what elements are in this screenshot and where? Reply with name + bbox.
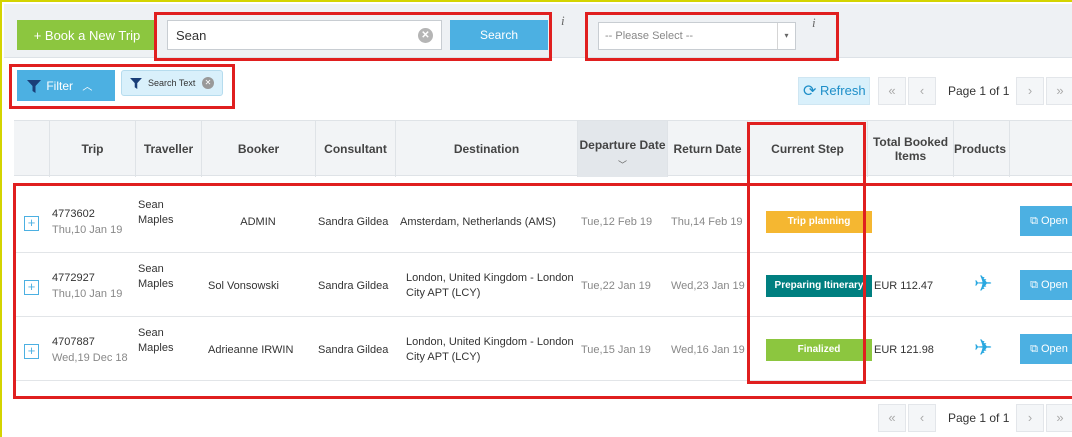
trip-created-date: Thu,10 Jan 19: [52, 224, 123, 236]
table-row: + 4707887 Wed,19 Dec 18 Sean Maples Adri…: [14, 318, 1072, 381]
filter-label: Filter: [46, 78, 74, 93]
col-consultant[interactable]: Consultant: [316, 121, 396, 177]
plane-icon: ✈: [974, 271, 993, 296]
table-row: + 4773602 Thu,10 Jan 19 Sean Maples ADMI…: [14, 190, 1072, 253]
pagination-top: « ‹ Page 1 of 1 › »: [878, 77, 1072, 105]
open-label: Open: [1041, 278, 1068, 291]
refresh-label: Refresh: [820, 83, 866, 98]
col-current-step[interactable]: Current Step: [748, 121, 868, 177]
pagination-bottom: « ‹ Page 1 of 1 › »: [878, 404, 1072, 432]
chevron-up-icon: ︿: [82, 81, 93, 93]
total-booked: EUR 121.98: [874, 344, 934, 356]
booker-name: ADMIN: [240, 216, 276, 228]
book-new-trip-button[interactable]: + Book a New Trip: [17, 20, 157, 50]
col-departure-date[interactable]: Departure Date ﹀: [578, 121, 668, 177]
previous-page-icon[interactable]: ‹: [908, 77, 936, 105]
col-return-date[interactable]: Return Date: [668, 121, 748, 177]
col-departure-label: Departure Date: [579, 138, 666, 152]
top-toolbar: + Book a New Trip ✕ Search i -- Please S…: [4, 4, 1072, 58]
departure-date: Tue,22 Jan 19: [581, 280, 651, 292]
table-row: + 4772927 Thu,10 Jan 19 Sean Maples Sol …: [14, 254, 1072, 317]
return-date: Thu,14 Feb 19: [671, 216, 743, 228]
filter-funnel-icon: [130, 78, 142, 89]
plane-icon: ✈: [974, 335, 993, 360]
consultant-name: Sandra Gildea: [318, 216, 389, 228]
page-indicator: Page 1 of 1: [948, 84, 1010, 98]
expand-plus-icon[interactable]: +: [24, 216, 39, 231]
traveller-name: Sean Maples: [138, 327, 174, 354]
info-icon[interactable]: i: [561, 13, 565, 29]
last-page-icon[interactable]: »: [1046, 404, 1072, 432]
open-external-icon: ⧉: [1030, 214, 1038, 227]
open-trip-button[interactable]: ⧉ Open: [1020, 334, 1072, 364]
col-destination[interactable]: Destination: [396, 121, 578, 177]
clear-icon[interactable]: ✕: [418, 28, 433, 43]
filter-toggle-button[interactable]: Filter ︿: [17, 70, 115, 101]
next-page-icon[interactable]: ›: [1016, 404, 1044, 432]
sort-descending-icon: ﹀: [617, 160, 627, 170]
page-indicator: Page 1 of 1: [948, 411, 1010, 425]
consultant-name: Sandra Gildea: [318, 344, 389, 356]
return-date: Wed,16 Jan 19: [671, 344, 745, 356]
total-booked: EUR 112.47: [874, 280, 934, 292]
info-icon[interactable]: i: [812, 15, 816, 31]
search-input[interactable]: [168, 21, 408, 49]
last-page-icon[interactable]: »: [1046, 77, 1072, 105]
chip-label: Search Text: [148, 78, 196, 88]
trip-number[interactable]: 4773602: [52, 207, 95, 222]
refresh-button[interactable]: ⟳ Refresh: [798, 77, 870, 105]
search-box: ✕: [167, 20, 442, 50]
filter-funnel-icon: [27, 80, 41, 94]
open-external-icon: ⧉: [1030, 278, 1038, 291]
expand-plus-icon[interactable]: +: [24, 280, 39, 295]
current-step-badge: Trip planning: [766, 211, 872, 233]
col-trip[interactable]: Trip: [50, 121, 136, 177]
return-date: Wed,23 Jan 19: [671, 280, 745, 292]
trip-created-date: Thu,10 Jan 19: [52, 288, 123, 300]
open-trip-button[interactable]: ⧉ Open: [1020, 270, 1072, 300]
search-button[interactable]: Search: [450, 20, 548, 50]
current-step-badge: Preparing Itinerary: [766, 275, 872, 297]
trip-number[interactable]: 4772927: [52, 271, 95, 286]
app-frame: + Book a New Trip ✕ Search i -- Please S…: [0, 0, 1072, 437]
current-step-badge: Finalized: [766, 339, 872, 361]
booker-name: Adrieanne IRWIN: [208, 344, 294, 356]
consultant-name: Sandra Gildea: [318, 280, 389, 292]
booker-name: Sol Vonsowski: [208, 280, 279, 292]
status-select[interactable]: -- Please Select -- ▾: [598, 22, 796, 50]
select-value: -- Please Select --: [605, 30, 694, 42]
destination: London, United Kingdom - London City APT…: [406, 272, 574, 299]
chevron-down-icon: ▾: [777, 23, 795, 49]
remove-chip-icon[interactable]: ✕: [202, 77, 214, 89]
filter-chip-search-text[interactable]: Search Text ✕: [121, 70, 223, 96]
departure-date: Tue,12 Feb 19: [581, 216, 653, 228]
trip-number[interactable]: 4707887: [52, 335, 95, 350]
first-page-icon[interactable]: «: [878, 77, 906, 105]
traveller-name: Sean Maples: [138, 263, 174, 290]
expand-plus-icon[interactable]: +: [24, 344, 39, 359]
previous-page-icon[interactable]: ‹: [908, 404, 936, 432]
departure-date: Tue,15 Jan 19: [581, 344, 651, 356]
col-total-booked[interactable]: Total Booked Items: [868, 121, 954, 177]
col-expand: [14, 121, 50, 177]
traveller-name: Sean Maples: [138, 199, 174, 226]
col-products: Products: [954, 121, 1010, 177]
destination: London, United Kingdom - London City APT…: [406, 336, 574, 363]
first-page-icon[interactable]: «: [878, 404, 906, 432]
open-external-icon: ⧉: [1030, 342, 1038, 355]
refresh-icon: ⟳: [803, 83, 817, 100]
table-header: Trip Traveller Booker Consultant Destina…: [14, 120, 1072, 177]
open-label: Open: [1041, 214, 1068, 227]
next-page-icon[interactable]: ›: [1016, 77, 1044, 105]
open-label: Open: [1041, 342, 1068, 355]
open-trip-button[interactable]: ⧉ Open: [1020, 206, 1072, 236]
trip-created-date: Wed,19 Dec 18: [52, 352, 128, 364]
destination: Amsterdam, Netherlands (AMS): [400, 216, 556, 228]
col-booker[interactable]: Booker: [202, 121, 316, 177]
col-traveller[interactable]: Traveller: [136, 121, 202, 177]
